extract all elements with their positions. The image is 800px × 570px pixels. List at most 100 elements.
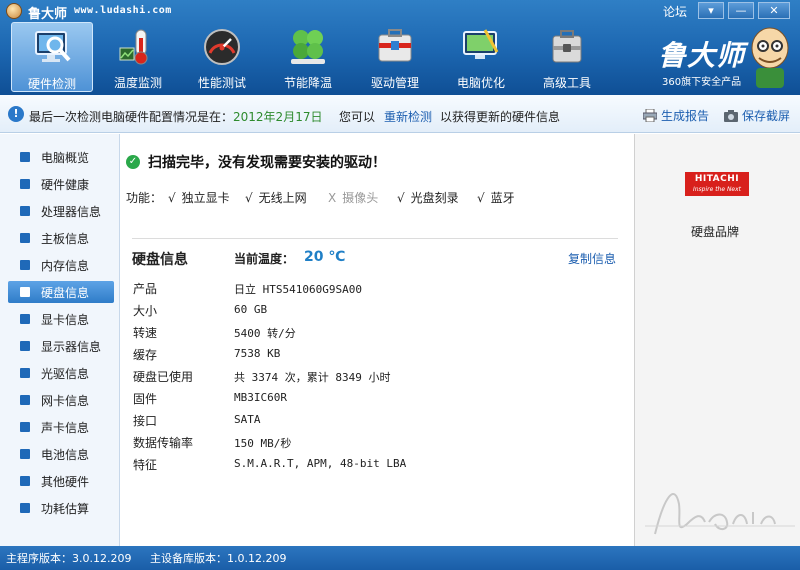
sidebar-item-battery[interactable]: 电池信息 [8,443,114,465]
save-screenshot-button[interactable]: 保存截屏 [724,107,790,124]
hitachi-logo: HITACHI Inspire the Next [685,172,749,196]
info-label: 转速 [133,326,158,340]
bullet-icon [20,179,30,189]
info-value: MB3IC60R [234,391,287,404]
bullet-icon [20,368,30,378]
sidebar-item-label: 功耗估算 [41,502,90,516]
info-label: 接口 [133,414,158,428]
info-bar: ! 最后一次检测电脑硬件配置情况是在：2012年2月17日 您可以 重新检测 以… [0,95,800,133]
app-logo-icon [6,3,22,19]
info-after-text: 以获得更新的硬件信息 [440,110,561,124]
brand-subtitle: 360旗下安全产品 [662,77,742,88]
brand-logo: 鲁大师 [658,39,746,72]
bullet-icon [20,314,30,324]
temperature-label: 当前温度： [234,252,295,266]
sidebar-item-label: 内存信息 [41,259,90,273]
forum-link[interactable]: 论坛 [663,3,687,20]
copy-info-link[interactable]: 复制信息 [568,250,616,267]
device-db-version: 主设备库版本：1.0.12.209 [150,552,287,565]
bullet-icon [20,476,30,486]
tool-case-icon [552,30,582,63]
feature-item: √ 蓝牙 [477,191,515,205]
info-value: 7538 KB [234,347,281,360]
info-label: 特征 [133,458,158,472]
sidebar-item-label: 处理器信息 [41,205,102,219]
sidebar-item-harddisk[interactable]: 硬盘信息 [8,281,114,303]
last-check-date: 2012年2月17日 [233,110,323,124]
bullet-icon [20,422,30,432]
tab-hardware-check[interactable]: 硬件检测 [11,22,93,92]
bullet-icon [20,341,30,351]
info-label: 缓存 [133,348,158,362]
logo-text: HITACHI [694,174,740,184]
feature-mark: √ [168,191,176,205]
feature-mark: √ [245,191,253,205]
sidebar-item-label: 显示器信息 [41,340,102,354]
info-label: 固件 [133,392,158,406]
speedometer-icon [204,29,240,65]
watermark-icon [645,493,795,535]
info-value: SATA [234,413,261,426]
sidebar-item-label: 主板信息 [41,232,90,246]
sidebar-item-label: 网卡信息 [41,394,90,408]
feature-mark: X [328,191,337,205]
sidebar-item-network[interactable]: 网卡信息 [8,389,114,411]
tab-energy-saving[interactable]: 节能降温 [267,22,349,92]
bullet-icon [20,503,30,513]
bullet-icon [20,449,30,459]
feature-mark: √ [397,191,405,205]
title-bar: 鲁大师 www.ludashi.com 论坛 ▾ — ✕ [0,0,800,22]
tab-label: 温度监测 [113,76,162,90]
info-value: 共 3374 次，累计 8349 小时 [234,371,391,384]
feature-mark: √ [477,191,485,205]
status-bar: 主程序版本：3.0.12.209 主设备库版本：1.0.12.209 [0,546,800,570]
temperature-value: 20 ℃ [304,249,346,265]
info-icon: ! [8,106,24,122]
sidebar-item-other[interactable]: 其他硬件 [8,470,114,492]
sidebar-item-graphics[interactable]: 显卡信息 [8,308,114,330]
printer-icon [643,109,657,122]
sidebar: 电脑概览 硬件健康 处理器信息 主板信息 内存信息 硬盘信息 显卡信息 显示器信… [0,134,120,546]
tab-performance[interactable]: 性能测试 [181,22,263,92]
info-value: 150 MB/秒 [234,437,292,450]
sidebar-item-memory[interactable]: 内存信息 [8,254,114,276]
bullet-icon [20,233,30,243]
info-value: S.M.A.R.T, APM, 48-bit LBA [234,457,407,470]
sidebar-item-cpu[interactable]: 处理器信息 [8,200,114,222]
window-minimize-button[interactable]: — [728,2,754,19]
monitor-magnifier-icon [35,31,71,62]
tab-driver-management[interactable]: 驱动管理 [354,22,436,92]
sidebar-item-label: 光驱信息 [41,367,90,381]
bullet-icon [20,260,30,270]
section-title: 硬盘信息 [132,252,188,268]
sidebar-item-optical[interactable]: 光驱信息 [8,362,114,384]
sidebar-item-label: 硬盘信息 [41,286,90,300]
sidebar-item-sound[interactable]: 声卡信息 [8,416,114,438]
sidebar-item-label: 声卡信息 [41,421,90,435]
window-close-button[interactable]: ✕ [758,2,790,19]
sidebar-item-monitor[interactable]: 显示器信息 [8,335,114,357]
generate-report-button[interactable]: 生成报告 [643,107,709,124]
tab-temperature[interactable]: 温度监测 [97,22,179,92]
feature-item: √ 光盘刻录 [397,191,459,205]
sidebar-item-health[interactable]: 硬件健康 [8,173,114,195]
info-label: 硬盘已使用 [133,370,194,384]
top-toolbar: 鲁大师 www.ludashi.com 论坛 ▾ — ✕ 硬件检测 温度监测 性… [0,0,800,95]
sidebar-item-overview[interactable]: 电脑概览 [8,146,114,168]
toolbox-icon [378,29,412,62]
info-value: 5400 转/分 [234,327,296,340]
recheck-link[interactable]: 重新检测 [384,108,432,125]
sidebar-item-label: 显卡信息 [41,313,90,327]
tab-label: 高级工具 [542,76,591,90]
tab-advanced-tools[interactable]: 高级工具 [526,22,608,92]
sidebar-item-label: 电池信息 [41,448,90,462]
tab-pc-optimize[interactable]: 电脑优化 [440,22,522,92]
app-url: www.ludashi.com [74,5,172,16]
sidebar-item-motherboard[interactable]: 主板信息 [8,227,114,249]
window-menu-button[interactable]: ▾ [698,2,724,19]
tab-label: 节能降温 [283,76,332,90]
tab-label: 性能测试 [197,76,246,90]
sidebar-item-power[interactable]: 功耗估算 [8,497,114,519]
camera-icon [724,110,738,122]
feature-item: √ 无线上网 [245,191,307,205]
